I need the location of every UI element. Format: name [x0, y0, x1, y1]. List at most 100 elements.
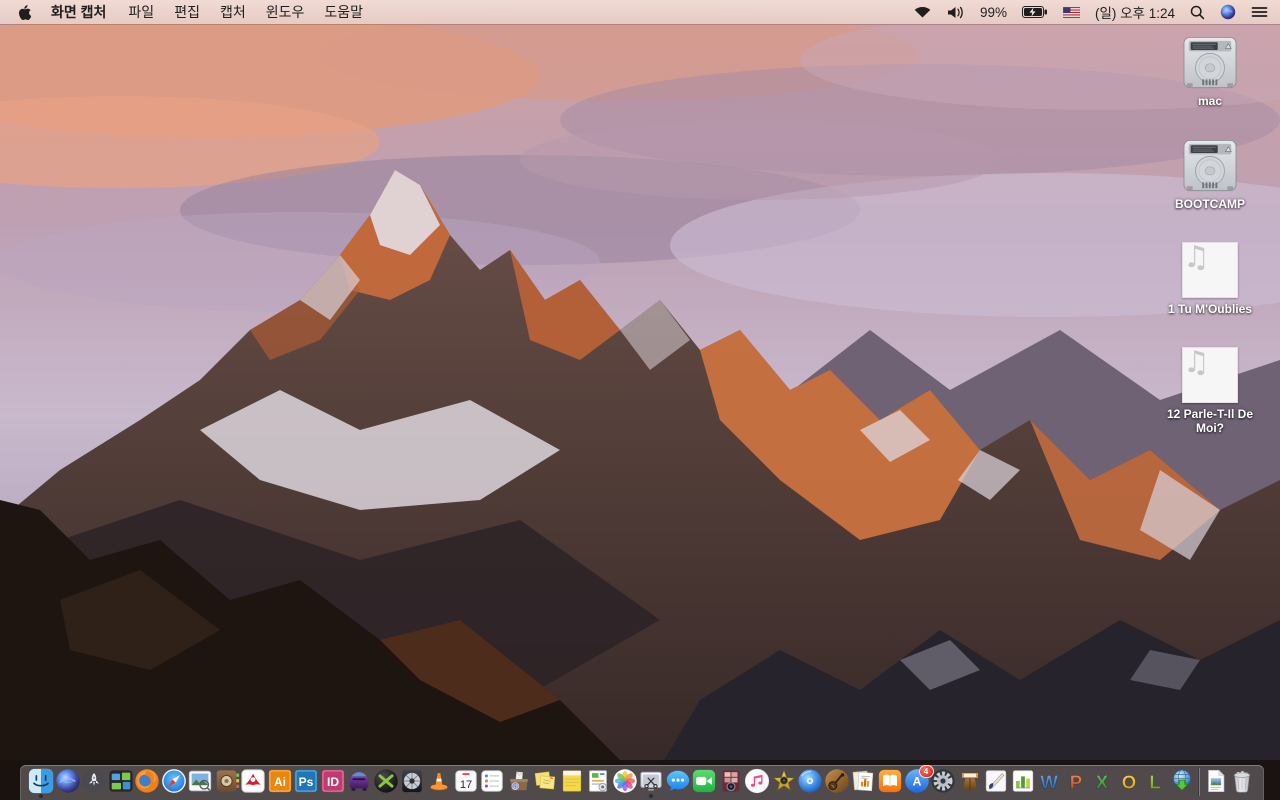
dock-item-calendar[interactable]: 17: [453, 768, 479, 798]
dock-item-messages[interactable]: [665, 768, 691, 798]
status-battery-charging-icon[interactable]: [1021, 6, 1048, 18]
dock-item-document-file[interactable]: [1203, 768, 1229, 798]
dock-item-acrobat-reader[interactable]: [240, 768, 266, 798]
desktop-icon-mac[interactable]: mac: [1179, 36, 1241, 108]
dock-item-video-converter[interactable]: [373, 768, 399, 798]
status-wifi-icon[interactable]: [914, 6, 931, 18]
dock-item-keynote[interactable]: [957, 768, 983, 798]
pages-icon: [983, 768, 1009, 794]
status-spotlight-search-icon[interactable]: [1190, 5, 1205, 20]
dock-item-photoshop[interactable]: Ps: [293, 768, 319, 798]
dock-item-screen-capture[interactable]: [638, 768, 664, 798]
desktop-icon-12-parle-t-il-de-moi-[interactable]: ♫ 12 Parle-T-Il De Moi?: [1158, 347, 1262, 435]
menu-item-2[interactable]: 편집: [164, 2, 210, 22]
svg-text:17: 17: [459, 779, 471, 791]
status-notification-center-icon[interactable]: [1251, 6, 1268, 18]
imovie-icon: [771, 768, 797, 794]
running-indicator: [649, 794, 654, 798]
status-volume-icon[interactable]: [946, 6, 965, 19]
menu-item-1[interactable]: 파일: [118, 2, 164, 22]
menu-item-4[interactable]: 윈도우: [256, 2, 315, 22]
photo-booth-icon: [718, 768, 744, 794]
dock-item-photo-booth[interactable]: [718, 768, 744, 798]
dock-item-launchpad[interactable]: [81, 768, 107, 798]
notepad-icon: [559, 768, 585, 794]
menu-item-5[interactable]: 도움말: [314, 2, 373, 22]
dock-item-docs-chart[interactable]: [850, 768, 876, 798]
disc-utility-icon: [399, 768, 425, 794]
dock-item-excel[interactable]: X: [1089, 768, 1115, 798]
apple-menu[interactable]: [18, 4, 31, 20]
menu-item-3[interactable]: 캡처: [210, 2, 256, 22]
dock-item-system-preferences[interactable]: [930, 768, 956, 798]
messages-icon: [665, 768, 691, 794]
dvd-player-icon: [797, 768, 823, 794]
dock-item-outlook[interactable]: O: [1116, 768, 1142, 798]
dock-item-stickies[interactable]: [532, 768, 558, 798]
dock-item-photos[interactable]: [612, 768, 638, 798]
dock-item-ibooks[interactable]: [877, 768, 903, 798]
svg-text:Ps: Ps: [299, 775, 314, 789]
trash-icon: [1229, 768, 1255, 794]
status-menus: 99% (일) 오후 1:24: [914, 2, 1268, 22]
desktop-icon-bootcamp[interactable]: BOOTCAMP: [1175, 139, 1245, 211]
dock-item-safari[interactable]: [161, 768, 187, 798]
dock-item-preview[interactable]: [187, 768, 213, 798]
desktop-icon-1-tu-m-oublies[interactable]: ♫ 1 Tu M'Oublies: [1168, 242, 1252, 316]
document-file-icon: [1203, 768, 1229, 794]
lync-icon: L: [1142, 768, 1168, 794]
desktop-icon-label: mac: [1197, 94, 1223, 108]
dock-item-downloader[interactable]: [1169, 768, 1195, 798]
siri-icon: [55, 768, 81, 794]
svg-text:ID: ID: [327, 775, 339, 789]
dock-item-vlc[interactable]: [426, 768, 452, 798]
photos-icon: [612, 768, 638, 794]
firefox-icon: [134, 768, 160, 794]
desktop-icon-label: BOOTCAMP: [1175, 197, 1245, 211]
dock-item-lync[interactable]: L: [1142, 768, 1168, 798]
dock-item-pages[interactable]: [983, 768, 1009, 798]
calendar-icon: 17: [453, 768, 479, 794]
dock-item-contacts-book[interactable]: [214, 768, 240, 798]
dock-separator: [1198, 768, 1200, 796]
desktop-icon-column: mac BOOTCAMP ♫ 1 Tu M'Oublies ♫ 12 Parle-T-Il…: [1148, 36, 1272, 435]
dock-item-facetime[interactable]: [691, 768, 717, 798]
dock-item-app-store[interactable]: A4: [904, 765, 934, 798]
dock-item-word[interactable]: W: [1036, 768, 1062, 798]
dock-item-numbers[interactable]: [1010, 768, 1036, 798]
finder-icon: [28, 768, 54, 794]
dock-item-indesign[interactable]: ID: [320, 768, 346, 798]
toast-icon: [346, 768, 372, 794]
dock-item-illustrator[interactable]: Ai: [267, 768, 293, 798]
powerpoint-icon: P: [1063, 768, 1089, 794]
dock-item-finder[interactable]: [28, 768, 54, 798]
active-app-menu[interactable]: 화면 캡처: [41, 2, 118, 22]
status-clock[interactable]: (일) 오후 1:24: [1095, 2, 1175, 22]
safari-icon: [161, 768, 187, 794]
dock-item-powerpoint[interactable]: P: [1063, 768, 1089, 798]
dock-item-reminders[interactable]: [479, 768, 505, 798]
contacts-book-icon: [214, 768, 240, 794]
dock-item-trash[interactable]: [1229, 768, 1255, 798]
svg-text:Ai: Ai: [274, 775, 286, 789]
dock-item-toast[interactable]: [346, 768, 372, 798]
dock-item-document-app[interactable]: [585, 768, 611, 798]
screen-capture-icon: [638, 768, 664, 794]
status-siri-icon[interactable]: [1220, 4, 1236, 20]
dock-item-dvd-player[interactable]: [797, 768, 823, 798]
status-battery-percent[interactable]: 99%: [980, 5, 1007, 20]
svg-text:@: @: [512, 784, 518, 790]
svg-text:P: P: [1070, 771, 1082, 792]
status-us-flag-icon[interactable]: [1062, 6, 1080, 18]
dock-item-imovie[interactable]: [771, 768, 797, 798]
dock-item-disc-utility[interactable]: [399, 768, 425, 798]
dock-item-siri[interactable]: [55, 768, 81, 798]
dock-item-mail-archive[interactable]: @: [506, 768, 532, 798]
dock-item-notepad[interactable]: [559, 768, 585, 798]
reminders-icon: [479, 768, 505, 794]
dock-item-mission-control[interactable]: [108, 768, 134, 798]
dock-item-garageband[interactable]: [824, 768, 850, 798]
dock-item-firefox[interactable]: [134, 768, 160, 798]
dock-item-itunes[interactable]: [744, 768, 770, 798]
docs-chart-icon: [850, 768, 876, 794]
